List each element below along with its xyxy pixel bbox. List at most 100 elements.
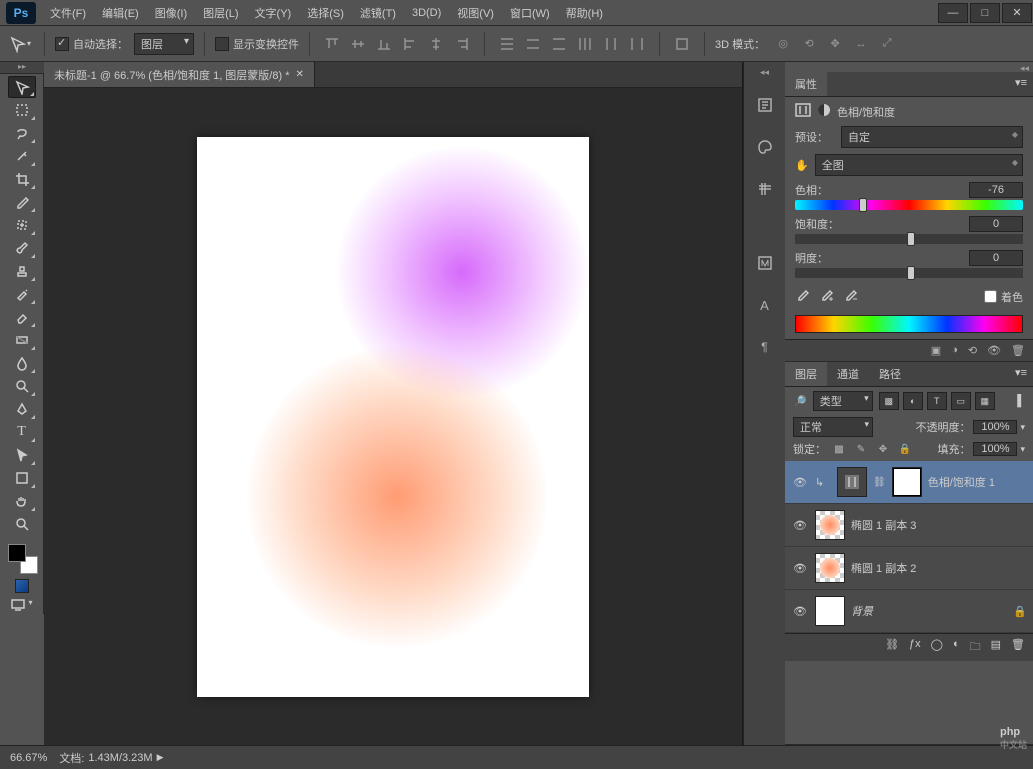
pen-tool[interactable] xyxy=(8,398,36,420)
paths-tab[interactable]: 路径 xyxy=(869,362,911,386)
filter-kind-icon[interactable]: 🔎 xyxy=(793,395,807,408)
chevron-down-icon[interactable]: ▾ xyxy=(1020,422,1025,433)
toggle-visibility-icon[interactable]: 👁 xyxy=(987,344,1001,357)
align-bottom-icon[interactable] xyxy=(372,33,396,55)
window-close-button[interactable]: ✕ xyxy=(1002,3,1032,23)
dist-right-icon[interactable] xyxy=(625,33,649,55)
paragraph-panel-icon[interactable]: A xyxy=(752,292,778,318)
dist-bottom-icon[interactable] xyxy=(547,33,571,55)
move-tool-icon[interactable]: ▾ xyxy=(6,33,34,55)
menu-window[interactable]: 窗口(W) xyxy=(502,1,558,25)
lock-paint-icon[interactable]: ✎ xyxy=(852,441,870,457)
window-minimize-button[interactable]: — xyxy=(938,3,968,23)
quick-mask-icon[interactable] xyxy=(15,579,29,593)
align-vcenter-icon[interactable] xyxy=(346,33,370,55)
filter-type-icon[interactable]: T xyxy=(927,392,947,410)
close-tab-icon[interactable]: ✕ xyxy=(295,69,303,80)
menu-layer[interactable]: 图层(L) xyxy=(195,1,246,25)
brush-tool[interactable] xyxy=(8,237,36,259)
lock-transparent-icon[interactable]: ▩ xyxy=(830,441,848,457)
link-layers-icon[interactable]: ⛓ xyxy=(885,638,899,657)
lasso-tool[interactable] xyxy=(8,122,36,144)
screen-mode-icon[interactable]: ▾ xyxy=(2,598,41,612)
layer-effects-icon[interactable]: ƒx xyxy=(909,638,921,657)
visibility-toggle-icon[interactable]: 👁 xyxy=(791,476,809,489)
clip-to-layer-icon[interactable]: ▣ xyxy=(931,344,941,357)
panel-menu-icon[interactable]: ▾≡ xyxy=(1009,72,1033,96)
history-brush-tool[interactable] xyxy=(8,283,36,305)
marquee-tool[interactable] xyxy=(8,99,36,121)
hue-slider[interactable] xyxy=(795,200,1023,210)
doc-info-menu-icon[interactable]: ▶ xyxy=(157,752,164,763)
dist-vcenter-icon[interactable] xyxy=(521,33,545,55)
mask-thumb-icon[interactable] xyxy=(892,467,922,497)
saturation-input[interactable]: 0 xyxy=(969,216,1023,232)
delete-adjustment-icon[interactable]: 🗑 xyxy=(1011,344,1025,357)
filter-pixel-icon[interactable]: ▩ xyxy=(879,392,899,410)
new-adjustment-icon[interactable]: ◐ xyxy=(953,638,960,657)
lightness-slider[interactable] xyxy=(795,268,1023,278)
dist-top-icon[interactable] xyxy=(495,33,519,55)
eyedropper-tool[interactable] xyxy=(8,191,36,213)
path-select-tool[interactable] xyxy=(8,444,36,466)
layer-name[interactable]: 椭圆 1 副本 2 xyxy=(851,560,1027,576)
gradient-tool[interactable] xyxy=(8,329,36,351)
swatches-panel-icon[interactable] xyxy=(752,176,778,202)
chevron-down-icon[interactable]: ▾ xyxy=(1020,444,1025,455)
lock-all-icon[interactable]: 🔒 xyxy=(896,441,914,457)
dodge-tool[interactable] xyxy=(8,375,36,397)
healing-tool[interactable] xyxy=(8,214,36,236)
layer-name[interactable]: 色相/饱和度 1 xyxy=(928,474,1027,490)
window-maximize-button[interactable]: □ xyxy=(970,3,1000,23)
character-panel-icon[interactable] xyxy=(752,250,778,276)
new-group-icon[interactable]: 🗀 xyxy=(970,638,981,657)
reset-icon[interactable]: ⟲ xyxy=(968,344,977,357)
filter-toggle-icon[interactable]: ▌ xyxy=(1017,395,1025,407)
align-top-icon[interactable] xyxy=(320,33,344,55)
color-panel-icon[interactable] xyxy=(752,134,778,160)
align-hcenter-icon[interactable] xyxy=(424,33,448,55)
dist-left-icon[interactable] xyxy=(573,33,597,55)
filter-kind-dropdown[interactable]: 类型 xyxy=(813,391,873,411)
layer-thumb-icon[interactable] xyxy=(815,596,845,626)
zoom-level[interactable]: 66.67% xyxy=(10,752,47,764)
layer-thumb-icon[interactable] xyxy=(815,510,845,540)
align-left-icon[interactable] xyxy=(398,33,422,55)
3d-orbit-icon[interactable]: ◎ xyxy=(771,33,795,55)
link-mask-icon[interactable]: ⛓ xyxy=(873,477,886,488)
zoom-tool[interactable] xyxy=(8,513,36,535)
colorize-checkbox[interactable]: 着色 xyxy=(984,289,1023,305)
3d-zoom-icon[interactable]: ⤢ xyxy=(875,33,899,55)
menu-edit[interactable]: 编辑(E) xyxy=(94,1,147,25)
foreground-color-swatch[interactable] xyxy=(8,544,26,562)
channels-tab[interactable]: 通道 xyxy=(827,362,869,386)
channel-dropdown[interactable]: 全图 xyxy=(815,154,1023,176)
auto-select-dropdown[interactable]: 图层 xyxy=(134,33,194,55)
toolbar-collapse-icon[interactable]: ▸▸ xyxy=(0,62,44,74)
saturation-slider[interactable] xyxy=(795,234,1023,244)
fill-input[interactable]: 100% xyxy=(973,442,1017,456)
crop-tool[interactable] xyxy=(8,168,36,190)
show-transform-checkbox[interactable]: 显示变换控件 xyxy=(215,36,299,52)
document-tab[interactable]: 未标题-1 @ 66.7% (色相/饱和度 1, 图层蒙版/8) * ✕ xyxy=(44,62,315,87)
layer-name[interactable]: 椭圆 1 副本 3 xyxy=(851,517,1027,533)
eyedropper-plus-icon[interactable] xyxy=(819,288,833,305)
layers-panel-menu-icon[interactable]: ▾≡ xyxy=(1009,362,1033,386)
new-layer-icon[interactable]: ▤ xyxy=(991,638,1001,657)
menu-file[interactable]: 文件(F) xyxy=(42,1,94,25)
3d-slide-icon[interactable]: ↔ xyxy=(849,33,873,55)
3d-roll-icon[interactable]: ⟲ xyxy=(797,33,821,55)
lock-position-icon[interactable]: ✥ xyxy=(874,441,892,457)
preset-dropdown[interactable]: 自定 xyxy=(841,126,1023,148)
previous-state-icon[interactable]: ◑ xyxy=(951,344,958,357)
align-right-icon[interactable] xyxy=(450,33,474,55)
layer-row[interactable]: 👁 ↳ ⛓ 色相/饱和度 1 xyxy=(785,461,1033,504)
history-panel-icon[interactable] xyxy=(752,92,778,118)
hand-tool[interactable] xyxy=(8,490,36,512)
menu-view[interactable]: 视图(V) xyxy=(449,1,502,25)
move-tool[interactable] xyxy=(8,76,36,98)
type-tool[interactable]: T xyxy=(8,421,36,443)
panel-collapse-icon[interactable]: ◂◂ xyxy=(785,62,1033,72)
delete-layer-icon[interactable]: 🗑 xyxy=(1011,638,1025,657)
styles-panel-icon[interactable]: ¶ xyxy=(752,334,778,360)
